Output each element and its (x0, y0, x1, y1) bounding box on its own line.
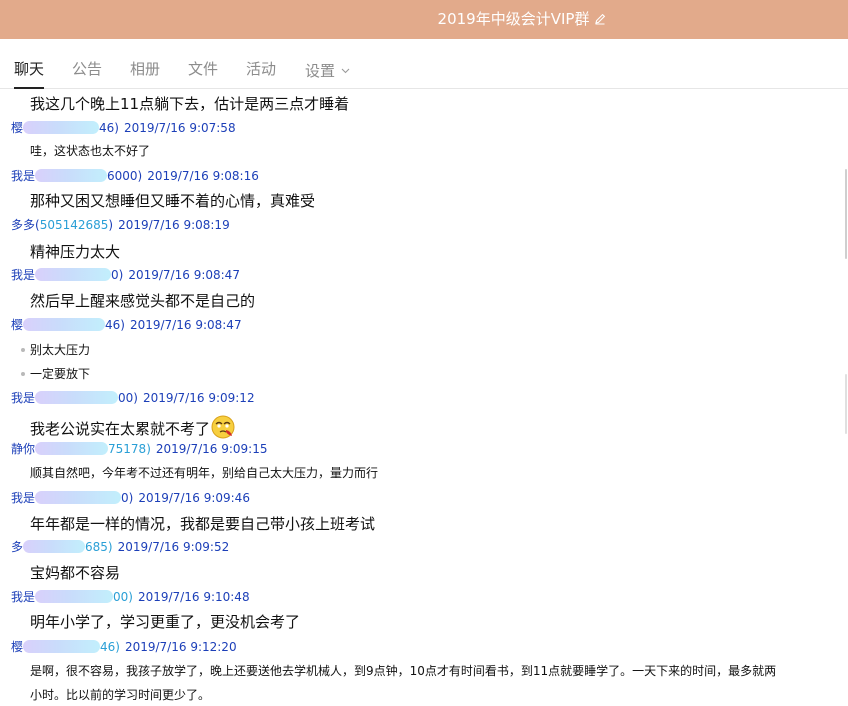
message-sender: 我是 0) 2019/7/16 9:08:47 (11, 267, 240, 283)
dizzy-face-emoji-icon (211, 415, 235, 444)
sender-name[interactable]: 樱 (11, 121, 23, 135)
message-sender: 樱 46) 2019/7/16 9:07:58 (11, 120, 236, 136)
message-sender: 我是 00) 2019/7/16 9:10:48 (11, 589, 250, 605)
sender-name[interactable]: 多多( (11, 218, 40, 232)
tab-files-label: 文件 (188, 60, 219, 78)
redacted-id-blur (23, 640, 101, 653)
sender-name[interactable]: 樱 (11, 640, 23, 654)
message-timestamp: 2019/7/16 9:08:47 (128, 268, 240, 282)
message-text: 然后早上醒来感觉头都不是自己的 (30, 292, 256, 310)
redacted-id-blur (23, 318, 106, 331)
sender-name[interactable]: 我是 (11, 491, 35, 505)
sender-name[interactable]: 我是 (11, 590, 35, 604)
message-text: 明年小学了，学习更重了，更没机会考了 (30, 613, 301, 631)
redacted-id-blur (35, 590, 114, 603)
chat-scrollbar[interactable] (842, 89, 848, 706)
sender-qq[interactable]: 0) (121, 491, 133, 505)
redacted-id-blur (35, 442, 109, 455)
scrollbar-track-mark (845, 374, 847, 434)
message-timestamp: 2019/7/16 9:08:16 (147, 169, 259, 183)
pencil-icon[interactable] (594, 1, 606, 40)
message-sender: 樱 46) 2019/7/16 9:08:47 (11, 317, 242, 333)
message-timestamp: 2019/7/16 9:07:58 (123, 121, 236, 135)
message-timestamp: 2019/7/16 9:09:12 (142, 391, 255, 405)
message-sender: 我是 0) 2019/7/16 9:09:46 (11, 490, 250, 506)
message-timestamp: 2019/7/16 9:10:48 (137, 590, 250, 604)
tab-album-label: 相册 (130, 60, 161, 78)
message-text: 精神压力太大 (30, 243, 121, 261)
tab-chat[interactable]: 聊天 (14, 58, 45, 89)
message-sender: 多多(505142685) 2019/7/16 9:08:19 (11, 217, 230, 233)
sender-qq-close: ) (108, 218, 114, 232)
tab-album[interactable]: 相册 (130, 58, 160, 88)
sender-qq[interactable]: 0) (111, 268, 123, 282)
message-text: 小时。比以前的学习时间更少了。 (30, 688, 211, 702)
message-text: 顺其自然吧，今年考不过还有明年，别给自己太大压力，量力而行 (30, 466, 379, 480)
sender-name[interactable]: 樱 (11, 318, 23, 332)
tab-settings[interactable]: 设置 (305, 58, 350, 88)
message-text: 那种又困又想睡但又睡不着的心情，真难受 (30, 192, 316, 210)
redacted-id-blur (35, 268, 112, 281)
message-timestamp: 2019/7/16 9:09:15 (155, 442, 268, 456)
scrollbar-thumb[interactable] (845, 169, 847, 259)
sender-qq[interactable]: 46) (100, 640, 120, 654)
tab-activity-label: 活动 (246, 60, 277, 78)
redacted-id-blur (35, 169, 108, 182)
message-sender: 静你 75178) 2019/7/16 9:09:15 (11, 441, 267, 457)
tab-files[interactable]: 文件 (188, 58, 218, 88)
sender-qq[interactable]: 6000) (107, 169, 142, 183)
tab-bar: 聊天 公告 相册 文件 活动 设置 (0, 48, 848, 89)
message-text: 年年都是一样的情况，我都是要自己带小孩上班考试 (30, 515, 376, 533)
message-text: 宝妈都不容易 (30, 564, 121, 582)
sender-qq[interactable]: 505142685 (40, 218, 109, 232)
sender-name[interactable]: 我是 (11, 268, 35, 282)
message-text: 一定要放下 (21, 365, 91, 383)
message-timestamp: 2019/7/16 9:08:19 (118, 218, 230, 232)
sender-qq[interactable]: 685) (85, 540, 113, 554)
redacted-id-blur (35, 491, 122, 504)
message-text: 哇，这状态也太不好了 (30, 144, 151, 158)
message-text: 我这几个晚上11点躺下去，估计是两三点才睡着 (30, 95, 350, 113)
bullet-dot (21, 348, 25, 352)
tab-activity[interactable]: 活动 (246, 58, 276, 88)
message-text-content: 一定要放下 (30, 367, 91, 381)
sender-name[interactable]: 我是 (11, 391, 35, 405)
sender-qq[interactable]: 46) (99, 121, 119, 135)
message-text-content: 我老公说实在太累就不考了 (30, 420, 211, 438)
sender-qq[interactable]: 00) (118, 391, 138, 405)
sender-qq[interactable]: 00) (113, 590, 133, 604)
message-text: 是啊，很不容易，我孩子放学了，晚上还要送他去学机械人，到9点钟，10点才有时间看… (30, 664, 777, 678)
redacted-id-blur (35, 391, 119, 404)
message-sender: 樱 46) 2019/7/16 9:12:20 (11, 639, 237, 655)
message-timestamp: 2019/7/16 9:09:52 (117, 540, 230, 554)
group-title-text: 2019年中级会计VIP群 (437, 10, 590, 28)
message-sender: 我是 00) 2019/7/16 9:09:12 (11, 390, 255, 406)
sender-qq[interactable]: 46) (105, 318, 125, 332)
message-sender: 多 685) 2019/7/16 9:09:52 (11, 539, 229, 555)
sender-qq[interactable]: 75178) (108, 442, 151, 456)
tab-announcement-label: 公告 (72, 60, 103, 78)
chevron-down-icon (341, 58, 350, 80)
tab-chat-label: 聊天 (14, 60, 45, 78)
message-timestamp: 2019/7/16 9:08:47 (129, 318, 242, 332)
redacted-id-blur (23, 121, 100, 134)
message-text-content: 别太大压力 (30, 343, 91, 357)
tab-settings-label: 设置 (305, 62, 336, 80)
group-title[interactable]: 2019年中级会计VIP群 (0, 0, 848, 39)
message-sender: 我是 6000) 2019/7/16 9:08:16 (11, 168, 259, 184)
sender-name[interactable]: 多 (11, 540, 23, 554)
tab-announcement[interactable]: 公告 (72, 58, 102, 88)
bullet-dot (21, 372, 25, 376)
sender-name[interactable]: 我是 (11, 169, 35, 183)
chat-log[interactable]: 我这几个晚上11点躺下去，估计是两三点才睡着 樱 46) 2019/7/16 9:0… (0, 89, 840, 706)
title-bar: 2019年中级会计VIP群 (0, 0, 848, 39)
redacted-id-blur (23, 540, 86, 553)
message-text: 别太大压力 (21, 341, 91, 359)
message-timestamp: 2019/7/16 9:09:46 (138, 491, 250, 505)
message-timestamp: 2019/7/16 9:12:20 (124, 640, 237, 654)
sender-name[interactable]: 静你 (11, 442, 35, 456)
message-text: 我老公说实在太累就不考了 (30, 415, 235, 439)
